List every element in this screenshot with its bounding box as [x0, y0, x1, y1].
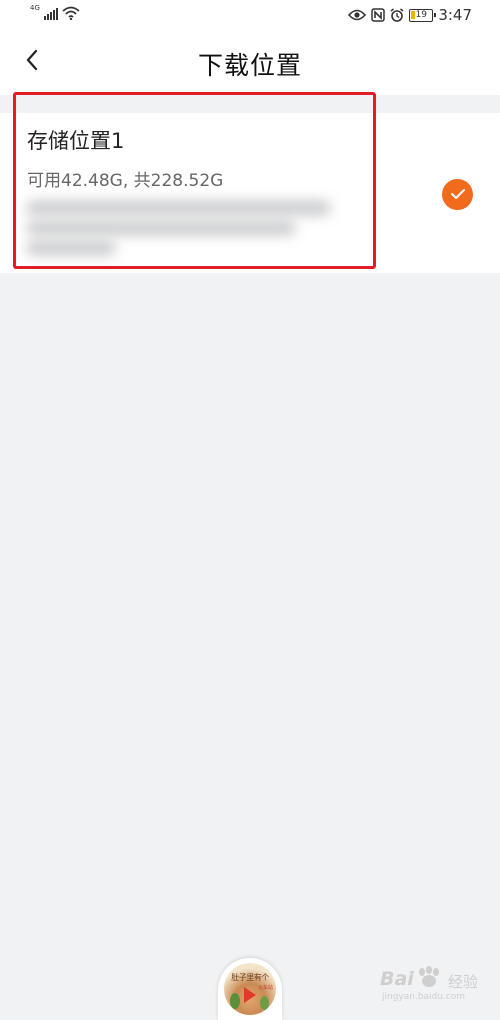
nfc-icon	[371, 8, 386, 22]
watermark-brand-cn: 经验	[448, 973, 479, 991]
storage-option-1[interactable]: 存储位置1 可用42.48G, 共228.52G	[0, 113, 500, 273]
selected-check[interactable]	[442, 179, 473, 210]
check-icon	[450, 185, 466, 204]
nav-bar: 下载位置	[0, 36, 500, 92]
status-time: 3:47	[438, 6, 472, 24]
top-area: 4G 19 3:47 下载位置	[0, 0, 500, 95]
battery-level: 19	[415, 9, 428, 20]
page-title: 下载位置	[197, 51, 302, 80]
play-icon[interactable]	[244, 987, 256, 1003]
battery-icon: 19	[409, 8, 437, 22]
status-bar: 4G 19 3:47	[0, 0, 500, 34]
status-right: 19 3:47	[348, 6, 472, 24]
cover-plant	[230, 993, 240, 1009]
wifi-icon	[62, 6, 80, 20]
alarm-icon	[390, 8, 404, 22]
cover-text: 肚子里有个	[231, 973, 269, 982]
watermark-brand: Bai	[380, 968, 414, 990]
network-label: 4G	[30, 4, 40, 12]
album-cover: 肚子里有个 火车站	[224, 963, 276, 1015]
eye-comfort-icon	[348, 9, 367, 21]
baidu-jingyan-watermark: Bai 经验 jingyan.baidu.com	[380, 966, 480, 1008]
blurred-storage-path	[26, 198, 336, 258]
storage-capacity: 可用42.48G, 共228.52G	[27, 171, 224, 191]
paw-icon	[416, 966, 442, 992]
signal-icon	[43, 6, 58, 20]
watermark-url: jingyan.baidu.com	[382, 992, 466, 1002]
status-left: 4G	[30, 4, 80, 20]
storage-name: 存储位置1	[27, 129, 125, 153]
cover-plant	[260, 996, 269, 1010]
mini-player[interactable]: 肚子里有个 火车站	[218, 958, 282, 1020]
cover-tag: 火车站	[257, 985, 273, 991]
